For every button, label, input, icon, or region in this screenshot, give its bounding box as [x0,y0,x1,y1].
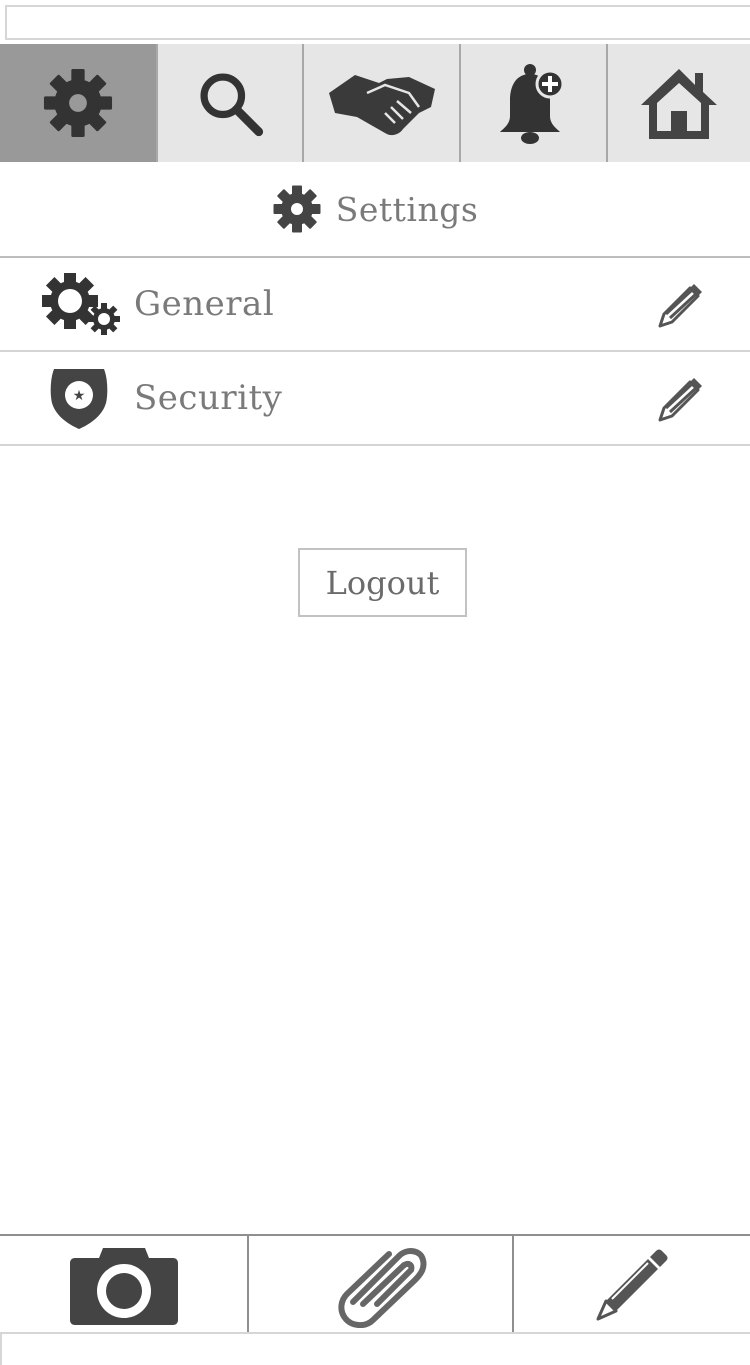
home-icon [641,69,717,139]
tab-home[interactable] [606,44,750,162]
handshake-icon [328,75,435,136]
tab-settings[interactable] [0,44,156,162]
gear-icon [273,185,321,233]
paperclip-icon [337,1248,426,1328]
bell-add-icon [499,64,564,144]
bottom-toolbar [0,1234,750,1334]
badge-icon: ★ [50,369,108,429]
tab-search[interactable] [156,44,302,162]
pencil-icon [658,284,702,328]
top-status-bar [5,5,750,40]
gears-icon [42,273,120,335]
edit-security-button[interactable] [656,374,704,422]
logout-button[interactable]: Logout [298,548,467,617]
bottom-system-bar [0,1332,750,1365]
edit-general-button[interactable] [656,280,704,328]
list-item-label: Security [134,378,283,418]
list-item-general[interactable]: General [0,258,750,352]
camera-icon [69,1248,178,1325]
gear-icon [43,68,113,138]
page-header: Settings [0,162,750,258]
settings-screen: Settings General ★ Security Logout [0,0,750,1365]
pencil-icon [658,378,702,422]
list-item-label: General [134,284,275,324]
tab-notifications[interactable] [459,44,606,162]
camera-button[interactable] [0,1236,247,1334]
list-item-security[interactable]: ★ Security [0,352,750,446]
search-icon [200,73,264,137]
page-title: Settings [335,189,479,229]
pencil-icon [596,1249,668,1321]
compose-button[interactable] [512,1236,750,1334]
tab-bar [0,44,750,162]
attach-button[interactable] [247,1236,512,1334]
svg-text:★: ★ [73,388,86,404]
tab-partners[interactable] [302,44,459,162]
